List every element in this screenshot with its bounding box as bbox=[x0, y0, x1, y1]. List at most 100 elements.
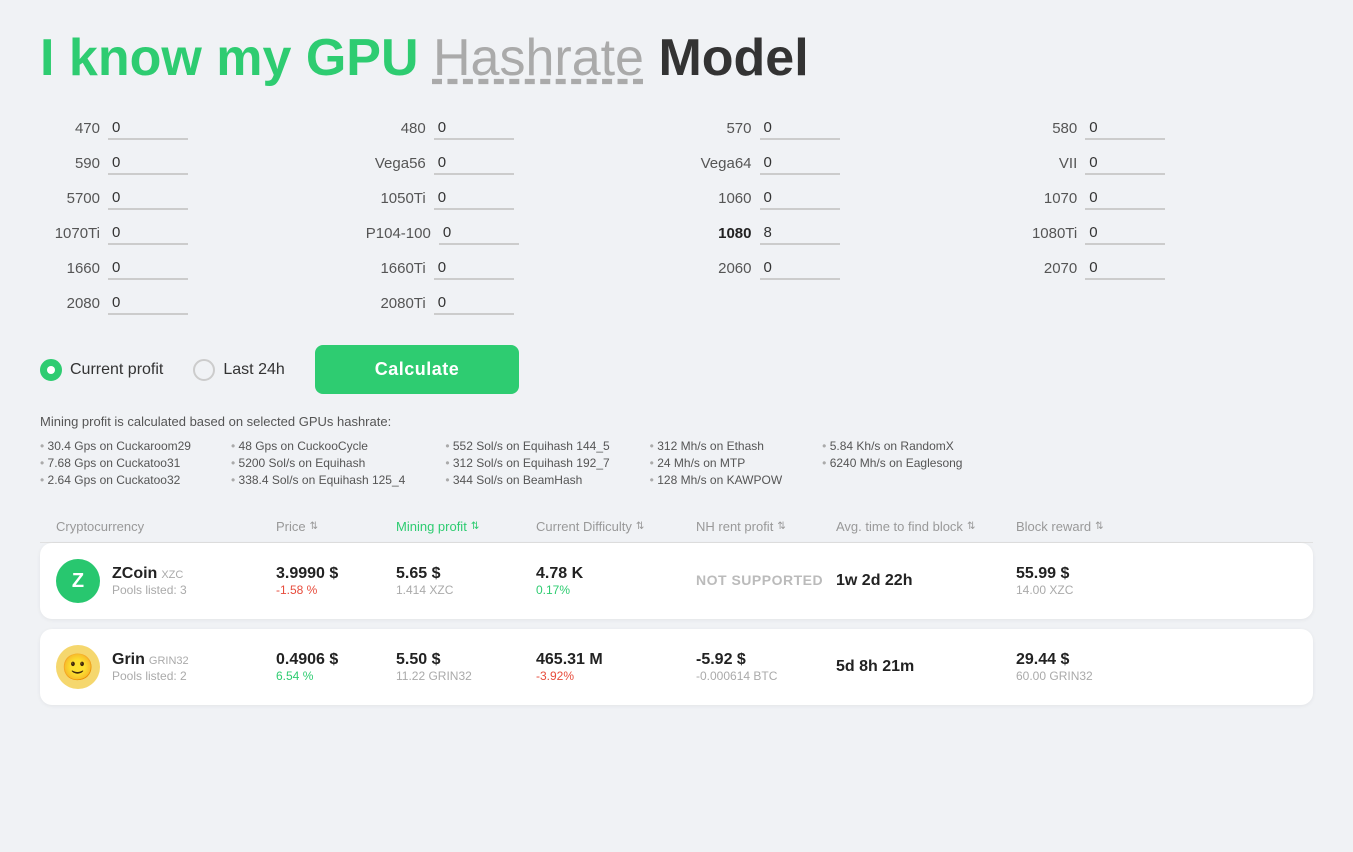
table-header-avg.-time-to-find-block[interactable]: Avg. time to find block ⇅ bbox=[836, 519, 1016, 534]
table-row[interactable]: 🙂 GrinGRIN32 Pools listed: 2 0.4906 $ 6.… bbox=[40, 629, 1313, 705]
table-header-current-difficulty[interactable]: Current Difficulty ⇅ bbox=[536, 519, 696, 534]
sort-icon[interactable]: Avg. time to find block ⇅ bbox=[836, 519, 975, 534]
gpu-label: 1070 bbox=[1017, 190, 1077, 207]
coin-name: ZCoin bbox=[112, 565, 157, 582]
coin-logo: 🙂 bbox=[56, 645, 100, 689]
gpu-label: 2080 bbox=[40, 295, 100, 312]
gpu-field-1070: 1070 bbox=[1017, 187, 1313, 210]
table-row[interactable]: Z ZCoinXZC Pools listed: 3 3.9990 $ -1.5… bbox=[40, 543, 1313, 619]
profit-cell: 5.65 $ 1.414 XZC bbox=[396, 565, 536, 597]
gpu-input-480[interactable] bbox=[434, 117, 514, 140]
last-24h-radio-circle bbox=[193, 359, 215, 381]
nh-not-supported: NOT SUPPORTED bbox=[696, 572, 836, 590]
gpu-input-2080ti[interactable] bbox=[434, 292, 514, 315]
hashrate-item: 312 Sol/s on Equihash 192_7 bbox=[445, 456, 609, 470]
gpu-input-vega64[interactable] bbox=[760, 152, 840, 175]
gpu-input-2080[interactable] bbox=[108, 292, 188, 315]
gpu-field-570: 570 bbox=[692, 117, 988, 140]
gpu-label: 480 bbox=[366, 120, 426, 137]
gpu-input-580[interactable] bbox=[1085, 117, 1165, 140]
gpu-input-1080ti[interactable] bbox=[1085, 222, 1165, 245]
hashrate-col: 30.4 Gps on Cuckaroom297.68 Gps on Cucka… bbox=[40, 439, 191, 487]
gpu-field-1050ti: 1050Ti bbox=[366, 187, 662, 210]
reward-cell: 29.44 $ 60.00 GRIN32 bbox=[1016, 651, 1156, 683]
info-text: Mining profit is calculated based on sel… bbox=[40, 414, 1313, 429]
gpu-field-vega56: Vega56 bbox=[366, 152, 662, 175]
gpu-input-1070ti[interactable] bbox=[108, 222, 188, 245]
hashrate-item: 338.4 Sol/s on Equihash 125_4 bbox=[231, 473, 405, 487]
page-title: I know my GPU Hashrate Model bbox=[40, 30, 1313, 87]
difficulty-cell: 465.31 M -3.92% bbox=[536, 651, 696, 683]
gpu-label: 580 bbox=[1017, 120, 1077, 137]
table-header-nh-rent-profit[interactable]: NH rent profit ⇅ bbox=[696, 519, 836, 534]
gpu-label: 2070 bbox=[1017, 260, 1077, 277]
gpu-input-1060[interactable] bbox=[760, 187, 840, 210]
table-header-price[interactable]: Price ⇅ bbox=[276, 519, 396, 534]
gpu-field-590: 590 bbox=[40, 152, 336, 175]
gpu-input-vega56[interactable] bbox=[434, 152, 514, 175]
gpu-input-1660ti[interactable] bbox=[434, 257, 514, 280]
hashrate-bullets: 30.4 Gps on Cuckaroom297.68 Gps on Cucka… bbox=[40, 439, 1313, 487]
gpu-field-470: 470 bbox=[40, 117, 336, 140]
hashrate-item: 5.84 Kh/s on RandomX bbox=[822, 439, 962, 453]
gpu-field-580: 580 bbox=[1017, 117, 1313, 140]
hashrate-item: 5200 Sol/s on Equihash bbox=[231, 456, 405, 470]
gpu-label: 1060 bbox=[692, 190, 752, 207]
coin-info: 🙂 GrinGRIN32 Pools listed: 2 bbox=[56, 645, 276, 689]
gpu-input-vii[interactable] bbox=[1085, 152, 1165, 175]
current-profit-radio[interactable]: Current profit bbox=[40, 359, 163, 381]
table-header: CryptocurrencyPrice ⇅Mining profit ⇅Curr… bbox=[40, 511, 1313, 543]
hashrate-item: 30.4 Gps on Cuckaroom29 bbox=[40, 439, 191, 453]
gpu-label: 1050Ti bbox=[366, 190, 426, 207]
gpu-field-2080ti: 2080Ti bbox=[366, 292, 662, 315]
current-profit-label: Current profit bbox=[70, 361, 163, 379]
gpu-field-1060: 1060 bbox=[692, 187, 988, 210]
hashrate-item: 6240 Mh/s on Eaglesong bbox=[822, 456, 962, 470]
coin-ticker: XZC bbox=[161, 569, 183, 581]
hashrate-item: 128 Mh/s on KAWPOW bbox=[650, 473, 782, 487]
gpu-field-p104-100: P104-100 bbox=[366, 222, 662, 245]
gpu-input-5700[interactable] bbox=[108, 187, 188, 210]
hashrate-col: 552 Sol/s on Equihash 144_5312 Sol/s on … bbox=[445, 439, 609, 487]
gpu-input-2060[interactable] bbox=[760, 257, 840, 280]
gpu-label: 1660 bbox=[40, 260, 100, 277]
gpu-field-2080: 2080 bbox=[40, 292, 336, 315]
table-header-block-reward[interactable]: Block reward ⇅ bbox=[1016, 519, 1156, 534]
controls: Current profit Last 24h Calculate bbox=[40, 345, 1313, 394]
gpu-input-1070[interactable] bbox=[1085, 187, 1165, 210]
gpu-field-2060: 2060 bbox=[692, 257, 988, 280]
sort-icon[interactable]: Price ⇅ bbox=[276, 519, 318, 534]
gpu-label: 2080Ti bbox=[366, 295, 426, 312]
coin-info: Z ZCoinXZC Pools listed: 3 bbox=[56, 559, 276, 603]
gpu-input-570[interactable] bbox=[760, 117, 840, 140]
gpu-label: P104-100 bbox=[366, 225, 431, 242]
gpu-label: 1080 bbox=[692, 225, 752, 242]
calculate-button[interactable]: Calculate bbox=[315, 345, 520, 394]
gpu-field-vii: VII bbox=[1017, 152, 1313, 175]
sort-icon[interactable]: Current Difficulty ⇅ bbox=[536, 519, 644, 534]
gpu-input-p104-100[interactable] bbox=[439, 222, 519, 245]
gpu-input-1080[interactable] bbox=[760, 222, 840, 245]
table-header-mining-profit[interactable]: Mining profit ⇅ bbox=[396, 519, 536, 534]
sort-icon[interactable]: Mining profit ⇅ bbox=[396, 519, 479, 534]
gpu-label: 1080Ti bbox=[1017, 225, 1077, 242]
last-24h-label: Last 24h bbox=[223, 361, 284, 379]
coin-algo: GRIN32 bbox=[149, 655, 189, 667]
coin-pools: Pools listed: 2 bbox=[112, 669, 189, 683]
gpu-input-1660[interactable] bbox=[108, 257, 188, 280]
hashrate-item: 48 Gps on CuckooCycle bbox=[231, 439, 405, 453]
gpu-input-1050ti[interactable] bbox=[434, 187, 514, 210]
gpu-input-470[interactable] bbox=[108, 117, 188, 140]
gpu-field-1070ti: 1070Ti bbox=[40, 222, 336, 245]
table-rows: Z ZCoinXZC Pools listed: 3 3.9990 $ -1.5… bbox=[40, 543, 1313, 705]
sort-icon[interactable]: Block reward ⇅ bbox=[1016, 519, 1104, 534]
hashrate-col: 48 Gps on CuckooCycle 5200 Sol/s on Equih… bbox=[231, 439, 405, 487]
time-cell: 5d 8h 21m bbox=[836, 658, 1016, 676]
gpu-input-2070[interactable] bbox=[1085, 257, 1165, 280]
last-24h-radio[interactable]: Last 24h bbox=[193, 359, 284, 381]
coin-name-row: ZCoin XZC bbox=[112, 565, 187, 583]
coin-logo: Z bbox=[56, 559, 100, 603]
gpu-input-590[interactable] bbox=[108, 152, 188, 175]
gpu-label: 1070Ti bbox=[40, 225, 100, 242]
sort-icon[interactable]: NH rent profit ⇅ bbox=[696, 519, 786, 534]
